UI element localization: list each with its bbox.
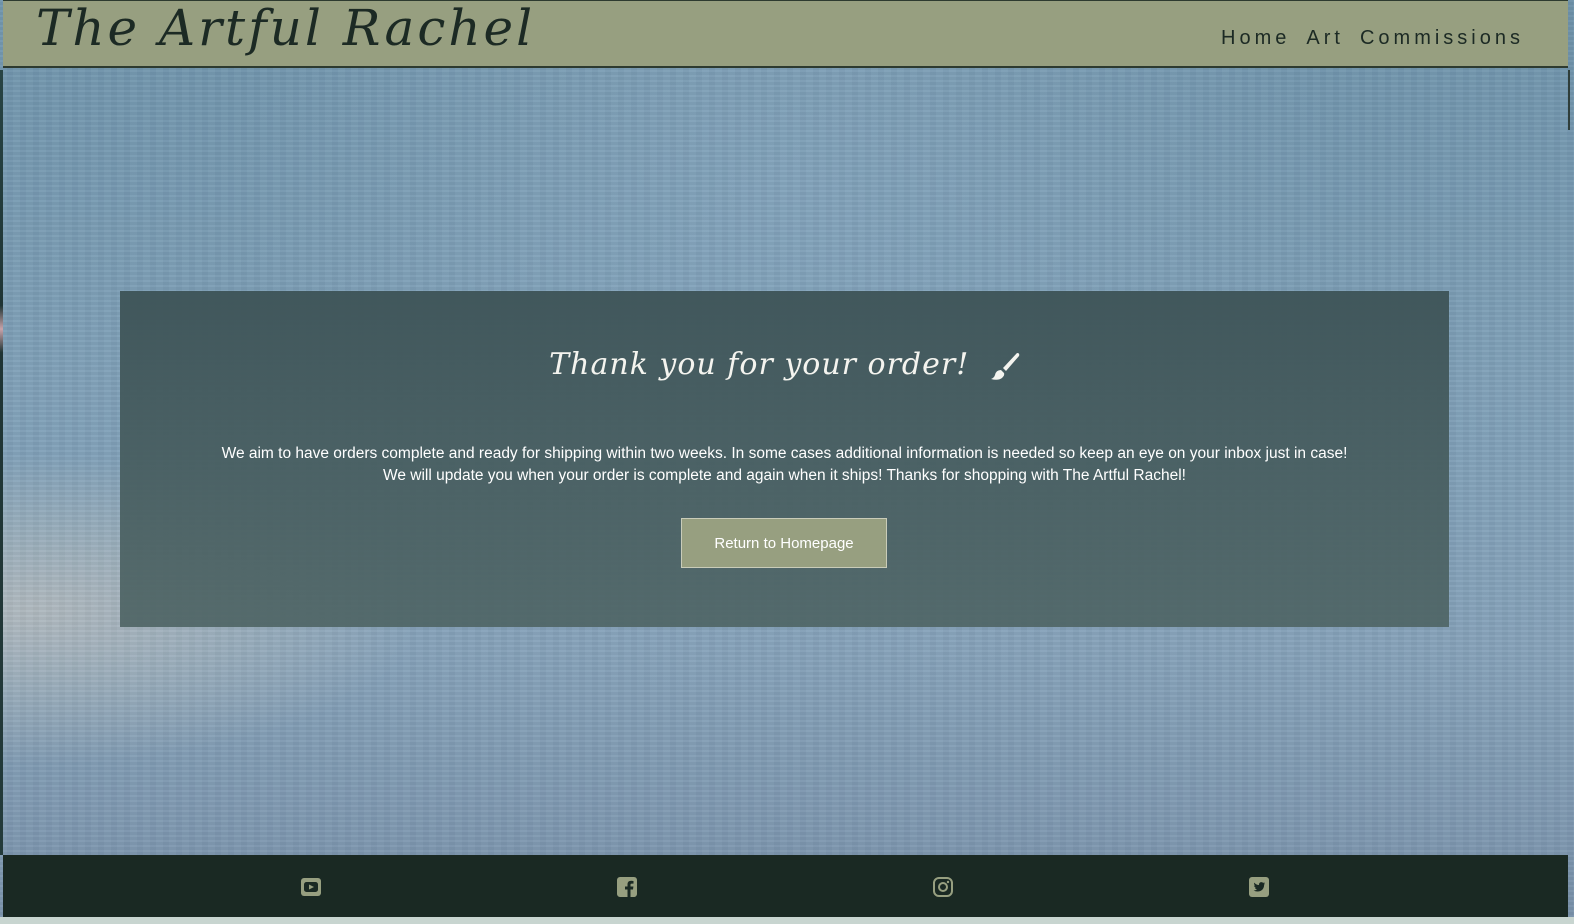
- panel-title-row: Thank you for your order!: [120, 347, 1449, 382]
- order-message: We aim to have orders complete and ready…: [221, 444, 1348, 484]
- site-footer: [3, 855, 1568, 917]
- page: The Artful Rachel Home Art Commissions T…: [0, 0, 1574, 924]
- nav-art[interactable]: Art: [1306, 27, 1344, 50]
- main-nav: Home Art Commissions: [1221, 27, 1524, 50]
- left-edge-strip: [0, 70, 3, 855]
- paintbrush-icon: [990, 351, 1020, 381]
- nav-home[interactable]: Home: [1221, 27, 1290, 50]
- thank-you-heading: Thank you for your order!: [549, 347, 970, 382]
- site-logo[interactable]: The Artful Rachel: [36, 0, 535, 57]
- right-edge-strip: [1568, 70, 1570, 130]
- nav-commissions[interactable]: Commissions: [1360, 27, 1524, 50]
- bottom-edge-band: [0, 917, 1574, 924]
- thank-you-panel: Thank you for your order! We aim to have…: [120, 291, 1449, 627]
- youtube-icon[interactable]: [300, 876, 322, 898]
- facebook-icon[interactable]: [616, 876, 638, 898]
- twitter-icon[interactable]: [1248, 876, 1270, 898]
- return-to-homepage-button[interactable]: Return to Homepage: [681, 518, 887, 568]
- instagram-icon[interactable]: [932, 876, 954, 898]
- site-header: The Artful Rachel Home Art Commissions: [3, 0, 1568, 68]
